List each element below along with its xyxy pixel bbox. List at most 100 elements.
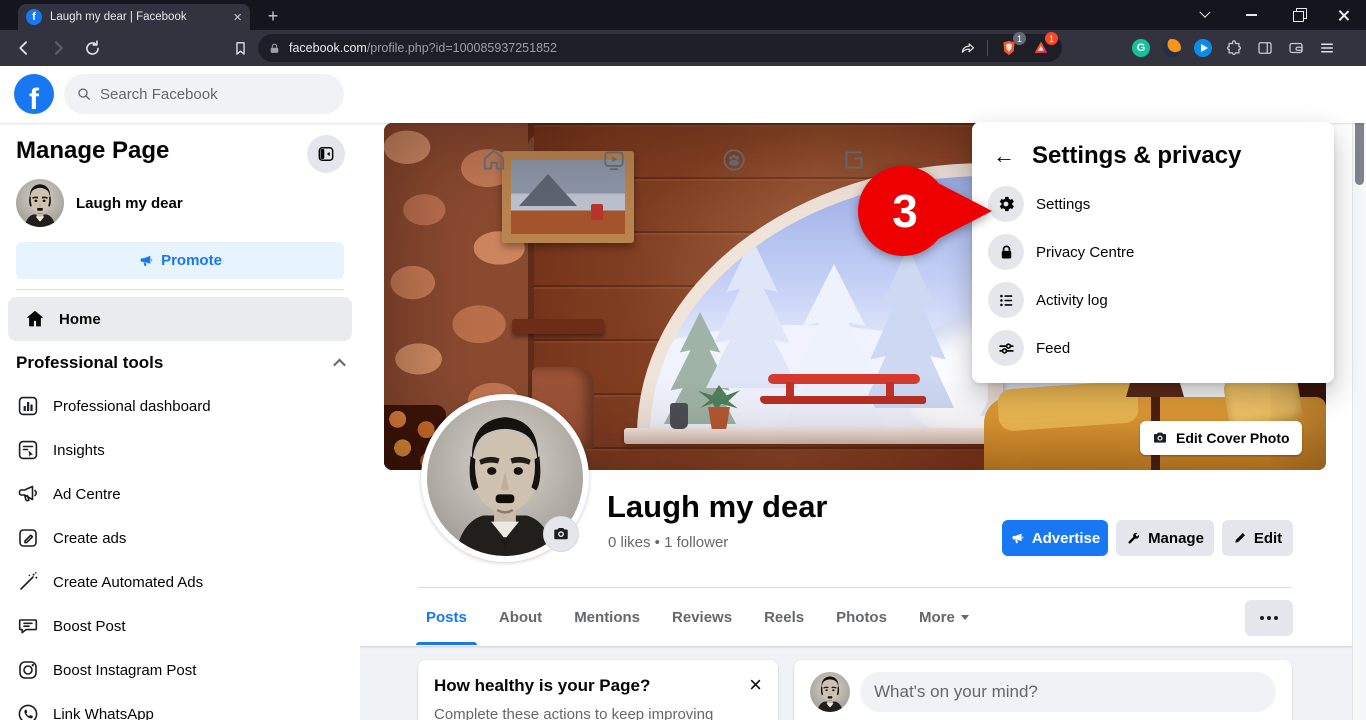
sidebar-item-ad-centre[interactable]: Ad Centre [0, 472, 360, 516]
sidebar-item-link-whatsapp[interactable]: Link WhatsApp [0, 692, 360, 720]
home-nav-icon[interactable] [470, 146, 518, 174]
menu-item-privacy-centre[interactable]: Privacy Centre [980, 228, 1326, 276]
menu-item-activity-log[interactable]: Activity log [980, 276, 1326, 324]
screen: f Laugh my dear | Facebook × + facebook.… [0, 0, 1366, 720]
step-annotation-arrow: 3 [858, 166, 992, 256]
groups-nav-icon[interactable] [710, 146, 758, 174]
composer-avatar[interactable] [810, 672, 850, 712]
new-tab-button[interactable]: + [260, 3, 286, 29]
extensions-puzzle-icon[interactable] [1223, 37, 1245, 59]
dark-theme-extension-icon[interactable] [1161, 37, 1183, 59]
divider [418, 587, 1292, 588]
megaphone-icon [138, 253, 154, 269]
page-title: Manage Page [16, 137, 169, 165]
search-icon [76, 86, 92, 102]
instagram-icon [16, 658, 40, 682]
close-icon[interactable]: × [749, 676, 762, 694]
sidebar-item-home[interactable]: Home [8, 297, 352, 341]
brave-rewards-icon[interactable]: 1 [1030, 37, 1052, 59]
url-path: /profile.php?id=100085937251852 [367, 41, 557, 55]
collapse-sidebar-button[interactable] [307, 135, 345, 173]
menu-title: Settings & privacy [1032, 142, 1241, 170]
tab-title: Laugh my dear | Facebook [50, 11, 225, 23]
browser-tab[interactable]: f Laugh my dear | Facebook × [18, 4, 250, 30]
search-input[interactable] [100, 86, 310, 103]
megaphone-icon [1010, 531, 1025, 546]
home-icon [24, 308, 46, 330]
sidebar-item-insights[interactable]: Insights [0, 428, 360, 472]
grammarly-icon[interactable]: G [1130, 37, 1152, 59]
brave-shield-icon[interactable]: 1 [998, 37, 1020, 59]
professional-tools-header[interactable]: Professional tools [16, 353, 344, 373]
tab-reviews[interactable]: Reviews [656, 589, 748, 645]
sidebar-item-create-ads[interactable]: Create ads [0, 516, 360, 560]
browser-menu-icon[interactable] [1316, 37, 1338, 59]
facebook-favicon-icon: f [26, 9, 42, 25]
chevron-down-icon [1199, 7, 1210, 18]
dashboard-icon [16, 394, 40, 418]
gear-icon [988, 186, 1024, 222]
forward-button[interactable] [46, 36, 70, 60]
sidebar-panel-icon[interactable] [1254, 37, 1276, 59]
profile-tabs: Posts About Mentions Reviews Reels Photo… [410, 589, 985, 645]
bookmark-icon[interactable] [228, 36, 252, 60]
tab-mentions[interactable]: Mentions [558, 589, 656, 645]
professional-tools-list: Professional dashboard Insights Ad Centr… [0, 384, 360, 720]
menu-item-settings[interactable]: Settings [980, 180, 1326, 228]
edit-cover-photo-button[interactable]: Edit Cover Photo [1140, 421, 1302, 455]
divider [987, 40, 988, 56]
promote-label: Promote [161, 252, 222, 269]
back-arrow-icon[interactable]: ← [990, 142, 1018, 170]
url-bar[interactable]: facebook.com/profile.php?id=100085937251… [258, 34, 1062, 62]
minimize-button[interactable] [1228, 0, 1274, 30]
facebook-header: f [0, 66, 1366, 123]
edit-button[interactable]: Edit [1222, 520, 1293, 556]
sidebar-item-professional-dashboard[interactable]: Professional dashboard [0, 384, 360, 428]
camera-icon [552, 525, 570, 543]
sidebar-item-create-automated-ads[interactable]: Create Automated Ads [0, 560, 360, 604]
menu-item-feed[interactable]: Feed [980, 324, 1326, 372]
health-card-title: How healthy is your Page? [434, 676, 650, 696]
watch-nav-icon[interactable] [590, 146, 638, 174]
activity-list-icon [988, 282, 1024, 318]
tab-more[interactable]: More [903, 589, 985, 645]
manage-button[interactable]: Manage [1116, 520, 1214, 556]
tab-posts[interactable]: Posts [410, 589, 483, 645]
facebook-logo[interactable]: f [14, 74, 54, 114]
browser-titlebar: f Laugh my dear | Facebook × + [0, 0, 1366, 30]
advertise-button[interactable]: Advertise [1002, 520, 1108, 556]
insights-icon [16, 438, 40, 462]
tab-photos[interactable]: Photos [820, 589, 903, 645]
pencil-icon [1233, 531, 1247, 545]
lock-icon [988, 234, 1024, 270]
collapse-sidebar-icon [316, 144, 336, 164]
refresh-button[interactable] [80, 36, 104, 60]
close-button[interactable] [1320, 0, 1366, 30]
speech-bubble-icon [16, 614, 40, 638]
composer-input[interactable]: What's on your mind? [860, 672, 1276, 712]
video-extension-icon[interactable] [1192, 37, 1214, 59]
tab-close-icon[interactable]: × [233, 10, 242, 25]
tab-about[interactable]: About [483, 589, 558, 645]
more-options-button[interactable] [1245, 600, 1293, 636]
update-profile-picture-button[interactable] [543, 516, 579, 552]
sidebar-item-boost-post[interactable]: Boost Post [0, 604, 360, 648]
post-composer-card: What's on your mind? [794, 660, 1292, 720]
promote-button[interactable]: Promote [16, 242, 344, 279]
search-bar[interactable] [64, 74, 344, 114]
restore-button[interactable] [1274, 0, 1320, 30]
restore-icon [1293, 11, 1302, 20]
page-scrollbar[interactable] [1352, 66, 1366, 720]
manage-page-sidebar: Manage Page Laugh my dear Promote Home P… [0, 123, 360, 720]
back-button[interactable] [12, 36, 36, 60]
profile-stats[interactable]: 0 likes • 1 follower [608, 534, 728, 551]
wallet-icon[interactable] [1285, 37, 1307, 59]
whatsapp-icon [16, 702, 40, 720]
tab-search-button[interactable] [1182, 0, 1228, 30]
sidebar-item-boost-instagram-post[interactable]: Boost Instagram Post [0, 648, 360, 692]
section-label: Professional tools [16, 353, 163, 373]
page-shortcut[interactable]: Laugh my dear [16, 179, 183, 227]
tab-reels[interactable]: Reels [748, 589, 820, 645]
window-controls [1182, 0, 1366, 30]
share-icon[interactable] [960, 40, 977, 57]
